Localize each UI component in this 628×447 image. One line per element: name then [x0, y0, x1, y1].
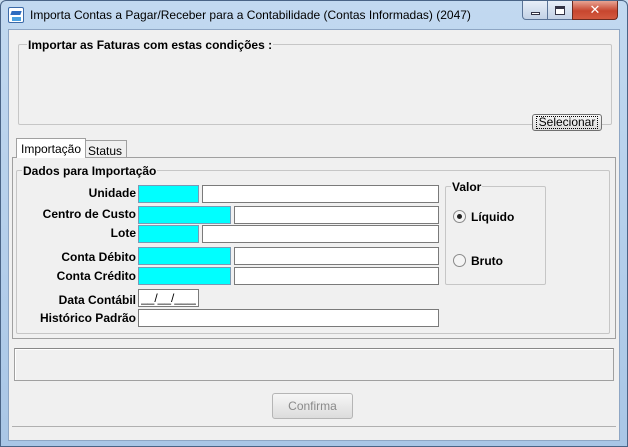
- unidade-code-field[interactable]: [138, 185, 199, 203]
- liquido-label[interactable]: Líquido: [471, 210, 514, 224]
- window-title: Importa Contas a Pagar/Receber para a Co…: [30, 8, 471, 22]
- centro-custo-label: Centro de Custo: [42, 207, 136, 221]
- app-icon: [8, 7, 24, 23]
- liquido-radio[interactable]: [453, 210, 466, 223]
- bruto-radio[interactable]: [453, 254, 466, 267]
- close-icon: ✕: [589, 2, 601, 18]
- close-button[interactable]: ✕: [572, 1, 618, 20]
- unidade-label: Unidade: [88, 186, 136, 200]
- maximize-icon: [555, 5, 565, 15]
- conta-debito-code-field[interactable]: [138, 247, 231, 265]
- conta-credito-code-field[interactable]: [138, 267, 231, 285]
- select-button[interactable]: Selecionar: [532, 114, 602, 131]
- status-message-area: [14, 348, 614, 381]
- client-area: Importar as Faturas com estas condições …: [8, 29, 620, 441]
- tab-status-label: Status: [88, 144, 123, 158]
- conditions-legend: Importar as Faturas com estas condições …: [27, 38, 274, 52]
- tab-importacao-label: Importação: [21, 142, 82, 156]
- conta-credito-label: Conta Crédito: [56, 269, 136, 283]
- select-button-label: Selecionar: [535, 116, 599, 129]
- tab-importacao[interactable]: Importação: [16, 138, 87, 158]
- centro-custo-code-field[interactable]: [138, 206, 231, 224]
- historico-padrao-label: Histórico Padrão: [39, 311, 136, 325]
- lote-label: Lote: [110, 226, 136, 240]
- conta-debito-description-field[interactable]: [234, 247, 439, 265]
- title-bar[interactable]: Importa Contas a Pagar/Receber para a Co…: [1, 1, 627, 29]
- tab-status[interactable]: Status: [83, 140, 128, 158]
- maximize-button[interactable]: [547, 1, 573, 20]
- valor-group: Valor: [445, 180, 546, 285]
- application-window: Importa Contas a Pagar/Receber para a Co…: [0, 0, 628, 447]
- lote-description-field[interactable]: [202, 225, 439, 243]
- centro-custo-description-field[interactable]: [234, 206, 439, 224]
- unidade-description-field[interactable]: [202, 185, 439, 203]
- conta-debito-label: Conta Débito: [61, 250, 136, 264]
- conditions-group: Importar as Faturas com estas condições …: [18, 38, 612, 125]
- historico-padrao-field[interactable]: [138, 309, 439, 327]
- lote-code-field[interactable]: [138, 225, 199, 243]
- bruto-label[interactable]: Bruto: [471, 254, 503, 268]
- confirm-button-label: Confirma: [288, 399, 337, 413]
- minimize-icon: [530, 11, 540, 15]
- data-contabil-field[interactable]: [138, 289, 199, 307]
- confirm-button[interactable]: Confirma: [272, 393, 353, 419]
- data-contabil-label: Data Contábil: [58, 293, 136, 307]
- conta-credito-description-field[interactable]: [234, 267, 439, 285]
- import-tab-panel: Dados para Importação Unidade Centro de …: [12, 157, 616, 339]
- valor-legend: Valor: [451, 180, 483, 194]
- bottom-divider: [12, 426, 616, 427]
- import-data-legend: Dados para Importação: [22, 164, 158, 178]
- minimize-button[interactable]: [522, 1, 548, 20]
